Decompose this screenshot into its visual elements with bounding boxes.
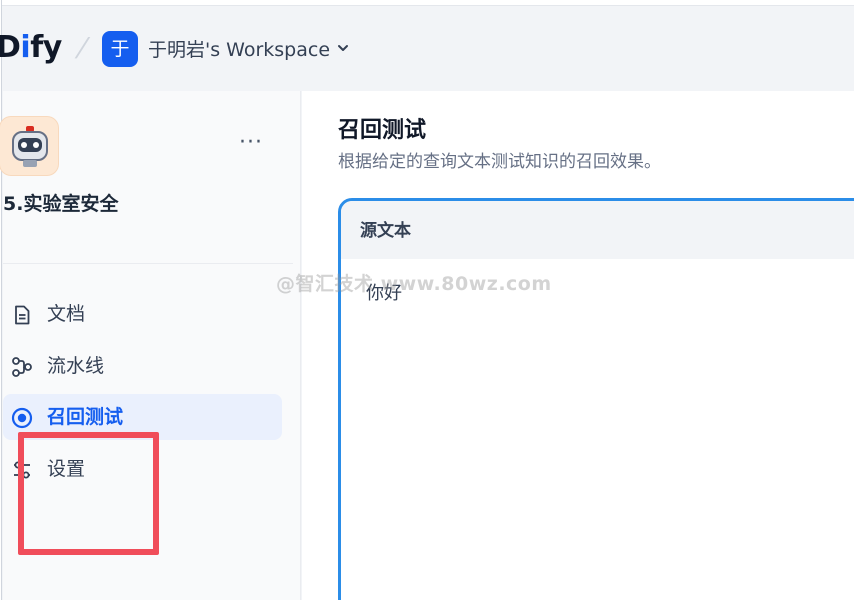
logo-text-tail: fy [30,30,62,65]
robot-icon [12,126,48,167]
source-text-header: 源文本 [341,201,854,259]
dataset-name: 5.实验室安全 [3,193,119,215]
dify-logo[interactable]: Dify [0,31,62,65]
workspace-switcher[interactable]: 于明岩's Workspace [148,37,330,63]
sidebar-item-label: 召回测试 [47,406,124,428]
sidebar-item-pipeline[interactable]: 流水线 [3,343,282,389]
header-divider: / [73,33,92,63]
logo-text: Di [0,30,31,65]
pipeline-icon [12,357,32,377]
page-description: 根据给定的查询文本测试知识的召回效果。 [338,152,661,172]
chevron-down-icon[interactable] [336,41,350,55]
workspace-avatar[interactable]: 于 [102,31,138,67]
target-icon [11,407,33,429]
sidebar-item-label: 流水线 [47,355,105,377]
sidebar-item-documents[interactable]: 文档 [3,291,282,337]
logo-accent-letter: i [20,30,31,65]
dataset-avatar [0,116,59,176]
more-options-button[interactable]: ··· [239,132,263,154]
window-top-edge [0,0,854,6]
sidebar-item-label: 文档 [47,303,86,325]
source-text-card: 源文本 你好 [338,198,854,600]
main-content: 召回测试 根据给定的查询文本测试知识的召回效果。 源文本 你好 [302,91,854,600]
sidebar-divider [3,263,293,264]
watermark: @智汇技术 www.80wz.com [276,273,552,295]
annotation-highlight-box [18,432,159,555]
source-text-title: 源文本 [360,221,411,241]
document-icon [15,305,30,325]
app-header: Dify / 于 于明岩's Workspace [0,7,854,91]
page-title: 召回测试 [338,118,427,143]
